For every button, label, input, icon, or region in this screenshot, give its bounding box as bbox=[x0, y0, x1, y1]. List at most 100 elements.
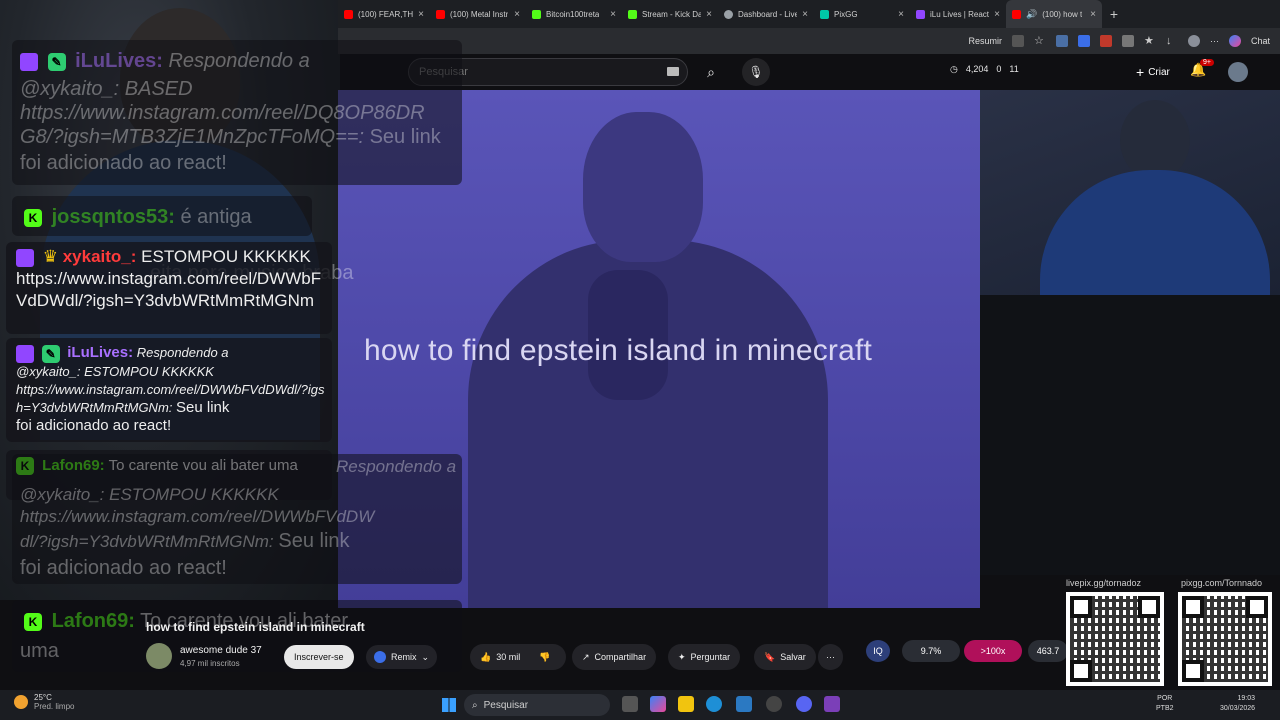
share-icon: ↗ bbox=[582, 651, 590, 662]
close-tab-icon[interactable]: × bbox=[994, 9, 1000, 20]
stats-logo-icon: IQ bbox=[866, 640, 890, 662]
person-head bbox=[1120, 100, 1190, 180]
crown-icon: ♛ bbox=[42, 247, 58, 266]
more-options-icon[interactable]: ··· bbox=[1210, 36, 1219, 46]
language-indicator[interactable]: POR PTB2 bbox=[1156, 694, 1174, 714]
browser-tab-strip: (100) FEAR,THE × (100) Metal Instr × Bit… bbox=[338, 0, 1280, 28]
kick-favicon-icon bbox=[532, 9, 541, 19]
account-avatar[interactable] bbox=[1228, 62, 1248, 82]
sparkle-icon: ✦ bbox=[678, 651, 686, 662]
puzzle-icon[interactable] bbox=[1121, 35, 1134, 47]
share-button[interactable]: ↗ Compartilhar bbox=[572, 644, 657, 670]
like-button[interactable]: 👍 30 mil 👎 bbox=[470, 644, 566, 670]
resume-button[interactable]: Resumir bbox=[968, 36, 1002, 46]
profile-avatar[interactable] bbox=[1187, 35, 1200, 47]
thumbs-up-icon: 👍 bbox=[480, 651, 492, 662]
microphone-icon[interactable]: 🎙 bbox=[742, 58, 770, 86]
qr-finder bbox=[1070, 660, 1092, 682]
copilot-icon[interactable] bbox=[1228, 35, 1241, 47]
remix-icon bbox=[374, 651, 386, 663]
extension-icon[interactable] bbox=[1099, 35, 1112, 47]
search-box[interactable] bbox=[408, 58, 688, 86]
ghost-user-2: uma bbox=[20, 640, 59, 662]
tab-6[interactable]: iLu Lives | React × bbox=[910, 0, 1006, 28]
app-icon[interactable] bbox=[766, 696, 782, 712]
channel-avatar[interactable] bbox=[146, 643, 172, 669]
stat-multiplier: >100x bbox=[964, 640, 1022, 662]
windows-start-icon[interactable] bbox=[442, 698, 456, 712]
video-player[interactable]: how to find epstein island in minecraft bbox=[338, 90, 980, 608]
discord-icon[interactable] bbox=[796, 696, 812, 712]
save-button[interactable]: 🔖 Salvar bbox=[754, 644, 816, 670]
channel-name[interactable]: awesome dude 37 bbox=[180, 645, 262, 656]
download-icon[interactable]: ↓ bbox=[1166, 35, 1178, 47]
twitch-icon bbox=[16, 344, 34, 363]
search-icon: ⌕ bbox=[472, 699, 478, 711]
youtube-header: ⌕ 🎙 ◷ 4,204 0 11 + Criar 🔔 9+ bbox=[338, 56, 1280, 88]
keyboard-icon[interactable] bbox=[667, 67, 679, 76]
search-input[interactable] bbox=[409, 59, 649, 85]
store-icon[interactable] bbox=[736, 696, 752, 712]
favorites-icon[interactable]: ★ bbox=[1144, 35, 1156, 47]
close-tab-icon[interactable]: × bbox=[802, 9, 808, 20]
kick-icon: K bbox=[24, 612, 42, 631]
badge-icon: ✎ bbox=[41, 344, 60, 363]
copilot-icon[interactable] bbox=[650, 696, 666, 712]
video-caption: how to find epstein island in minecraft bbox=[364, 334, 873, 367]
tab-3[interactable]: Stream - Kick Da × bbox=[622, 0, 718, 28]
subscribe-button[interactable]: Inscrever-se bbox=[284, 645, 354, 669]
extension-icon[interactable] bbox=[1077, 35, 1090, 47]
star-icon[interactable]: ☆ bbox=[1034, 35, 1046, 47]
youtube-favicon-icon bbox=[344, 9, 353, 19]
remix-button[interactable]: Remix ⌄ bbox=[366, 645, 438, 669]
chat-button[interactable]: Chat bbox=[1251, 36, 1270, 46]
qr-finder bbox=[1182, 596, 1204, 618]
notification-badge: 9+ bbox=[1200, 59, 1214, 66]
create-button[interactable]: + Criar bbox=[1128, 60, 1178, 84]
qr-label-livepix: livepix.gg/tornadoz bbox=[1066, 578, 1142, 588]
chat-message-2: ✎ iLuLives: Respondendo a @xykaito_: EST… bbox=[16, 344, 325, 434]
views-count: 4,204 bbox=[965, 64, 989, 74]
video-title: how to find epstein island in minecraft bbox=[146, 620, 365, 634]
channel-subscribers: 4,97 mil inscritos bbox=[180, 659, 240, 668]
system-clock[interactable]: 19:03 30/03/2026 bbox=[1220, 694, 1255, 714]
more-actions-button[interactable]: ··· bbox=[818, 644, 843, 670]
weather-icon bbox=[14, 695, 28, 709]
thumbs-down-icon[interactable]: 👎 bbox=[539, 652, 550, 663]
new-tab-button[interactable]: + bbox=[1102, 6, 1126, 22]
tab-0[interactable]: (100) FEAR,THE × bbox=[338, 0, 430, 28]
youtube-favicon-icon bbox=[1012, 9, 1021, 19]
bookmark-icon: 🔖 bbox=[764, 651, 776, 662]
extension-icon[interactable] bbox=[1011, 35, 1024, 47]
tab-7-active[interactable]: 🔊 (100) how t × bbox=[1006, 0, 1102, 28]
ask-button[interactable]: ✦ Perguntar bbox=[668, 644, 741, 670]
close-tab-icon[interactable]: × bbox=[706, 9, 712, 20]
stat-value: 463.7 bbox=[1028, 640, 1068, 662]
task-view-icon[interactable] bbox=[622, 696, 638, 712]
stat-percent: 9.7% bbox=[902, 640, 960, 662]
chevron-down-icon: ⌄ bbox=[421, 651, 430, 662]
app-icon[interactable] bbox=[824, 696, 840, 712]
dashboard-favicon-icon bbox=[724, 9, 733, 19]
tab-2[interactable]: Bitcoin100treta × bbox=[526, 0, 622, 28]
tab-4[interactable]: Dashboard - Live × bbox=[718, 0, 814, 28]
chat-message-1: ♛ xykaito_: ESTOMPOU KKKKKK https://www.… bbox=[16, 247, 322, 310]
qr-finder bbox=[1138, 596, 1160, 618]
qr-finder bbox=[1246, 596, 1268, 618]
tab-5[interactable]: PixGG × bbox=[814, 0, 910, 28]
close-tab-icon[interactable]: × bbox=[514, 9, 520, 20]
kick-favicon-icon bbox=[628, 9, 637, 19]
close-tab-icon[interactable]: × bbox=[1090, 9, 1096, 20]
edge-icon[interactable] bbox=[706, 696, 722, 712]
extension-icon[interactable] bbox=[1055, 35, 1068, 47]
search-icon[interactable]: ⌕ bbox=[696, 58, 726, 86]
qr-code-livepix bbox=[1066, 592, 1164, 686]
file-explorer-icon[interactable] bbox=[678, 696, 694, 712]
tab-1[interactable]: (100) Metal Instr × bbox=[430, 0, 526, 28]
taskbar-search[interactable]: ⌕ Pesquisar bbox=[464, 694, 610, 716]
chat-message-3: K Lafon69: To carente vou ali bater uma bbox=[16, 455, 316, 476]
close-tab-icon[interactable]: × bbox=[610, 9, 616, 20]
close-tab-icon[interactable]: × bbox=[898, 9, 904, 20]
close-tab-icon[interactable]: × bbox=[418, 9, 424, 20]
weather-widget[interactable]: 25°C Pred. limpo bbox=[14, 693, 74, 711]
